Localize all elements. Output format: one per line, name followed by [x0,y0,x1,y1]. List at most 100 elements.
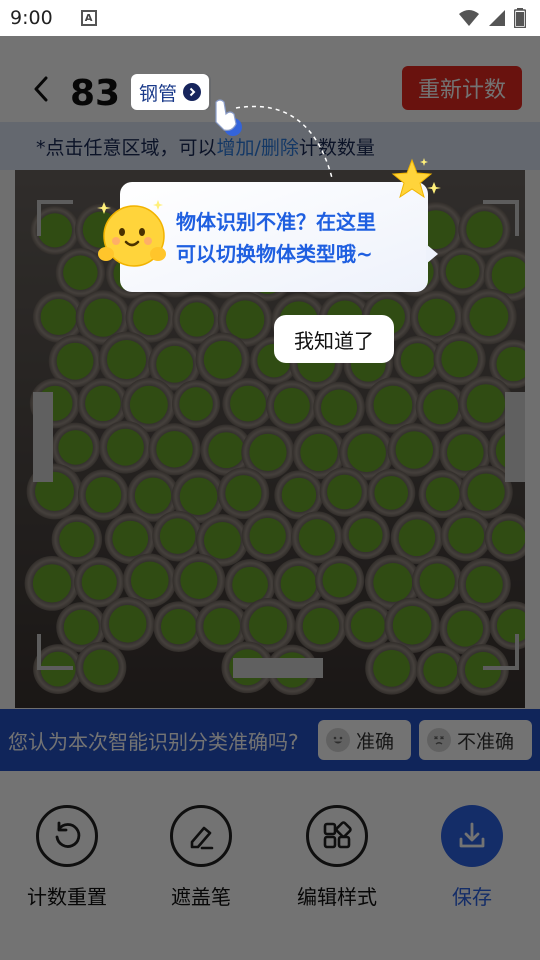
count-marker[interactable] [56,342,94,380]
count-marker[interactable] [347,433,386,473]
count-marker[interactable] [392,605,432,645]
count-marker[interactable] [418,298,456,337]
crop-corner-bottom-left[interactable] [37,634,73,670]
battery-icon [514,8,526,28]
count-marker[interactable] [63,255,98,290]
count-marker[interactable] [400,343,435,377]
count-marker[interactable] [350,608,385,643]
count-marker[interactable] [83,649,119,686]
count-marker[interactable] [159,518,196,554]
count-marker[interactable] [441,340,478,378]
count-marker[interactable] [180,561,218,599]
notification-a-icon: A [80,10,97,26]
count-marker[interactable] [248,606,288,645]
count-marker[interactable] [249,433,287,472]
crop-handle-bottom[interactable] [233,658,323,678]
count-marker[interactable] [130,561,169,600]
back-button[interactable] [26,74,56,104]
count-marker[interactable] [134,477,172,514]
count-marker[interactable] [203,521,241,559]
count-marker[interactable] [465,565,503,604]
count-marker[interactable] [40,298,77,335]
count-marker[interactable] [232,566,268,603]
count-marker[interactable] [58,430,93,465]
count-marker[interactable] [467,473,505,511]
count-marker[interactable] [300,433,338,472]
count-marker[interactable] [425,477,460,511]
count-marker[interactable] [395,431,434,469]
wifi-icon [459,10,479,26]
count-marker[interactable] [156,345,194,383]
crop-corner-top-right[interactable] [483,200,519,236]
count-marker[interactable] [423,389,459,425]
tooltip-pointer [426,244,438,264]
count-marker[interactable] [398,519,436,557]
count-marker[interactable] [81,564,117,600]
count-marker[interactable] [129,385,168,424]
count-marker[interactable] [203,607,241,645]
count-marker[interactable] [446,434,484,471]
reset-count-tool[interactable]: 计数重置 [12,805,122,910]
count-marker[interactable] [208,432,245,469]
accurate-button[interactable]: 准确 [318,720,411,760]
count-marker[interactable] [423,652,458,688]
inaccurate-button[interactable]: 不准确 [419,720,532,760]
count-marker[interactable] [302,607,340,645]
count-marker[interactable] [106,339,147,380]
count-marker[interactable] [230,385,266,422]
count-marker[interactable] [469,297,509,337]
crop-corner-bottom-right[interactable] [483,634,519,670]
feedback-bar: 您认为本次智能识别分类准确吗? 准确 不准确 [0,709,540,771]
count-marker[interactable] [373,385,413,425]
count-marker[interactable] [106,428,144,466]
count-marker[interactable] [85,477,122,513]
feedback-question: 您认为本次智能识别分类准确吗? [8,729,299,754]
object-type-selector-spotlight[interactable]: 钢管 [131,74,210,110]
count-marker[interactable] [225,475,262,512]
count-marker[interactable] [108,605,147,643]
count-marker[interactable] [298,519,336,556]
count-marker[interactable] [322,563,357,598]
count-marker[interactable] [249,517,286,555]
crop-corner-top-left[interactable] [37,200,73,236]
count-marker[interactable] [32,564,72,603]
count-marker[interactable] [179,302,215,337]
count-marker[interactable] [445,254,480,289]
hint-prefix: *点击任意区域，可以 [36,136,217,159]
count-marker[interactable] [491,520,525,555]
count-marker[interactable] [348,518,383,553]
count-marker[interactable] [466,384,506,423]
happy-face-icon [326,728,350,752]
count-marker[interactable] [446,610,484,647]
got-it-button[interactable]: 我知道了 [274,315,394,363]
crop-handle-right[interactable] [505,392,525,482]
crop-handle-left[interactable] [33,392,53,482]
edit-style-tool[interactable]: 编辑样式 [282,805,392,910]
count-marker[interactable] [83,298,123,337]
edit-style-icon [306,805,368,867]
count-marker[interactable] [273,387,310,424]
recount-button[interactable]: 重新计数 [402,66,522,110]
count-marker[interactable] [59,521,95,558]
count-marker[interactable] [374,476,409,510]
count-marker[interactable] [133,300,169,336]
count-marker[interactable] [156,430,193,468]
count-marker[interactable] [85,385,121,422]
count-marker[interactable] [327,474,362,510]
count-marker[interactable] [179,387,213,421]
count-marker[interactable] [448,517,485,554]
count-marker[interactable] [112,520,149,557]
count-marker[interactable] [373,563,413,603]
count-marker[interactable] [419,563,455,599]
cover-pen-tool[interactable]: 遮盖笔 [146,805,256,910]
save-tool[interactable]: 保存 [417,805,527,910]
count-marker[interactable] [225,300,265,339]
count-marker[interactable] [280,565,317,602]
count-marker[interactable] [321,389,358,426]
count-marker[interactable] [179,477,218,516]
count-marker[interactable] [281,477,317,513]
count-marker[interactable] [373,649,410,687]
count-marker[interactable] [160,608,197,645]
reset-icon [36,805,98,867]
count-marker[interactable] [203,340,242,379]
